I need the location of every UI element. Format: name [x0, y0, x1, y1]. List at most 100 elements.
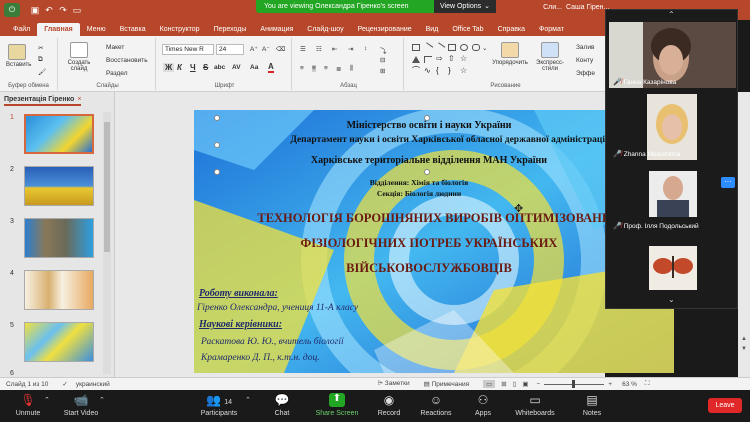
- presentation-tab[interactable]: Презентація Гіренко ×: [4, 94, 82, 106]
- text-direction-icon[interactable]: ⤵: [380, 45, 387, 55]
- fit-to-window-icon[interactable]: ⛶: [645, 380, 650, 388]
- slide-thumbnail-3[interactable]: 3: [6, 218, 106, 262]
- selection-handle[interactable]: [214, 169, 220, 175]
- slide-thumbnail-5[interactable]: 5: [6, 322, 106, 366]
- participant-tile[interactable]: 🎤̸ Ганна Казарінова: [609, 22, 736, 88]
- tab-animations[interactable]: Анимация: [253, 23, 300, 36]
- language-status[interactable]: украинский: [76, 381, 110, 388]
- participant-tile[interactable]: 🎤̸ Zhanna Meleshkina: [609, 94, 736, 160]
- format-painter-icon[interactable]: 🖌: [38, 68, 46, 76]
- shape-curve-icon[interactable]: ∿: [424, 67, 432, 75]
- shape-star-icon[interactable]: ☆: [460, 55, 468, 63]
- tab-menu[interactable]: Меню: [80, 23, 113, 36]
- align-right-icon[interactable]: ≡: [324, 65, 328, 72]
- slide-thumbnail-4[interactable]: 4: [6, 270, 106, 314]
- section-button[interactable]: Раздел: [106, 70, 127, 77]
- leave-button[interactable]: Leave: [708, 398, 742, 413]
- tab-design[interactable]: Конструктор: [153, 23, 207, 36]
- new-slide-button[interactable]: Создать слайд: [66, 42, 92, 72]
- tab-help[interactable]: Справка: [491, 23, 532, 36]
- shape-arrow2-icon[interactable]: ⇧: [448, 55, 456, 63]
- tab-insert[interactable]: Вставка: [113, 23, 153, 36]
- shape-fill-button[interactable]: Залив: [576, 44, 594, 51]
- apps-button[interactable]: ⚇ Apps: [458, 393, 508, 417]
- notes-button[interactable]: ⩥ Заметки: [378, 380, 410, 388]
- align-center-icon[interactable]: ≡: [312, 65, 316, 72]
- selection-handle[interactable]: [424, 169, 430, 175]
- selection-handle[interactable]: [424, 115, 430, 121]
- tab-view[interactable]: Вид: [419, 23, 446, 36]
- start-from-beginning-icon[interactable]: ▭: [70, 5, 84, 16]
- canvas-scrollbar[interactable]: ▲ ▼: [738, 92, 750, 377]
- tab-transitions[interactable]: Переходы: [207, 23, 254, 36]
- view-options-button[interactable]: View Options ⌄: [434, 0, 496, 13]
- whiteboards-button[interactable]: ▭ Whiteboards: [510, 393, 560, 417]
- shape-corner-icon[interactable]: [424, 56, 432, 63]
- zoom-out-button[interactable]: −: [536, 381, 540, 388]
- shape-arrow-icon[interactable]: ⇨: [436, 55, 444, 63]
- zoom-slider-thumb[interactable]: [572, 379, 576, 388]
- align-left-icon[interactable]: ≡: [300, 65, 304, 72]
- slide-thumbnail-2[interactable]: 2: [6, 166, 106, 210]
- slideshow-icon[interactable]: ▣: [522, 380, 528, 388]
- zoom-in-button[interactable]: +: [608, 381, 612, 388]
- quick-styles-button[interactable]: Экспресс-стили: [532, 42, 568, 72]
- close-icon[interactable]: ×: [77, 96, 81, 103]
- bold-button[interactable]: Ж: [163, 63, 175, 72]
- save-icon[interactable]: ▣: [28, 5, 42, 16]
- shrink-font-icon[interactable]: A⁻: [262, 45, 270, 53]
- tab-format[interactable]: Формат: [532, 23, 571, 36]
- strikethrough-button[interactable]: S: [203, 63, 208, 72]
- char-spacing-button[interactable]: AV: [232, 64, 241, 71]
- font-size-select[interactable]: 24: [216, 44, 244, 55]
- numbering-icon[interactable]: ☷: [316, 45, 322, 53]
- copy-icon[interactable]: ⧉: [38, 56, 43, 64]
- font-color-button[interactable]: A: [268, 62, 274, 73]
- tab-review[interactable]: Рецензирование: [351, 23, 419, 36]
- reset-button[interactable]: Восстановить: [106, 57, 148, 64]
- bullets-icon[interactable]: ☰: [300, 45, 306, 53]
- layout-button[interactable]: Макет: [106, 44, 124, 51]
- align-text-icon[interactable]: ⊟: [380, 56, 385, 64]
- slide-1[interactable]: Міністерство освіти і науки України Депа…: [194, 110, 674, 373]
- columns-icon[interactable]: ⫼: [350, 65, 353, 73]
- slide-sorter-icon[interactable]: ⊞: [501, 380, 506, 388]
- zoom-level[interactable]: 63 %: [622, 381, 637, 388]
- audio-options-icon[interactable]: ⌃: [44, 396, 50, 404]
- cut-icon[interactable]: ✂: [38, 44, 43, 52]
- shape-brace-icon[interactable]: ⌒: [412, 67, 420, 75]
- shape-line2-icon[interactable]: [434, 42, 446, 53]
- shape-line-icon[interactable]: [422, 42, 434, 53]
- change-case-button[interactable]: Aa: [250, 64, 258, 71]
- scroll-down-icon[interactable]: ▼: [741, 346, 747, 352]
- spellcheck-icon[interactable]: ✓: [62, 380, 67, 388]
- shape-brace3-icon[interactable]: }: [448, 67, 456, 75]
- undo-icon[interactable]: ↶: [42, 5, 56, 16]
- shape-brace2-icon[interactable]: {: [436, 67, 444, 75]
- grow-font-icon[interactable]: A⁺: [250, 45, 258, 53]
- shape-oval-icon[interactable]: [460, 44, 468, 51]
- chat-button[interactable]: 💬 Chat: [257, 393, 307, 417]
- slides-pane-scrollbar[interactable]: [103, 112, 111, 374]
- clear-format-icon[interactable]: ⌫: [276, 45, 285, 53]
- shadow-button[interactable]: abc: [214, 64, 225, 71]
- scrollbar-thumb[interactable]: [104, 122, 110, 252]
- tab-file[interactable]: Файл: [6, 23, 37, 36]
- shape-rect2-icon[interactable]: [448, 44, 456, 51]
- participants-button[interactable]: 👥 14 Participants: [194, 393, 244, 417]
- zoom-slider[interactable]: [544, 379, 605, 388]
- redo-icon[interactable]: ↷: [56, 5, 70, 16]
- participant-tile[interactable]: 🎤̸ Проф. Ілля Подольський: [609, 166, 736, 232]
- autosave-icon[interactable]: ⏻: [4, 3, 20, 17]
- underline-button[interactable]: Ч: [190, 63, 196, 72]
- shape-outline-button[interactable]: Конту: [576, 57, 593, 64]
- comments-button[interactable]: ▤ Примечания: [424, 380, 469, 388]
- line-spacing-icon[interactable]: ↕: [364, 45, 367, 52]
- record-button[interactable]: ◉ Record: [364, 393, 414, 417]
- smartart-icon[interactable]: ⊞: [380, 67, 385, 75]
- shape-triangle-icon[interactable]: [412, 56, 420, 63]
- shapes-more-icon[interactable]: ⌄: [482, 44, 487, 52]
- reading-view-icon[interactable]: ▯: [513, 380, 517, 388]
- justify-icon[interactable]: ≣: [336, 65, 341, 73]
- increase-indent-icon[interactable]: ⇥: [348, 45, 353, 53]
